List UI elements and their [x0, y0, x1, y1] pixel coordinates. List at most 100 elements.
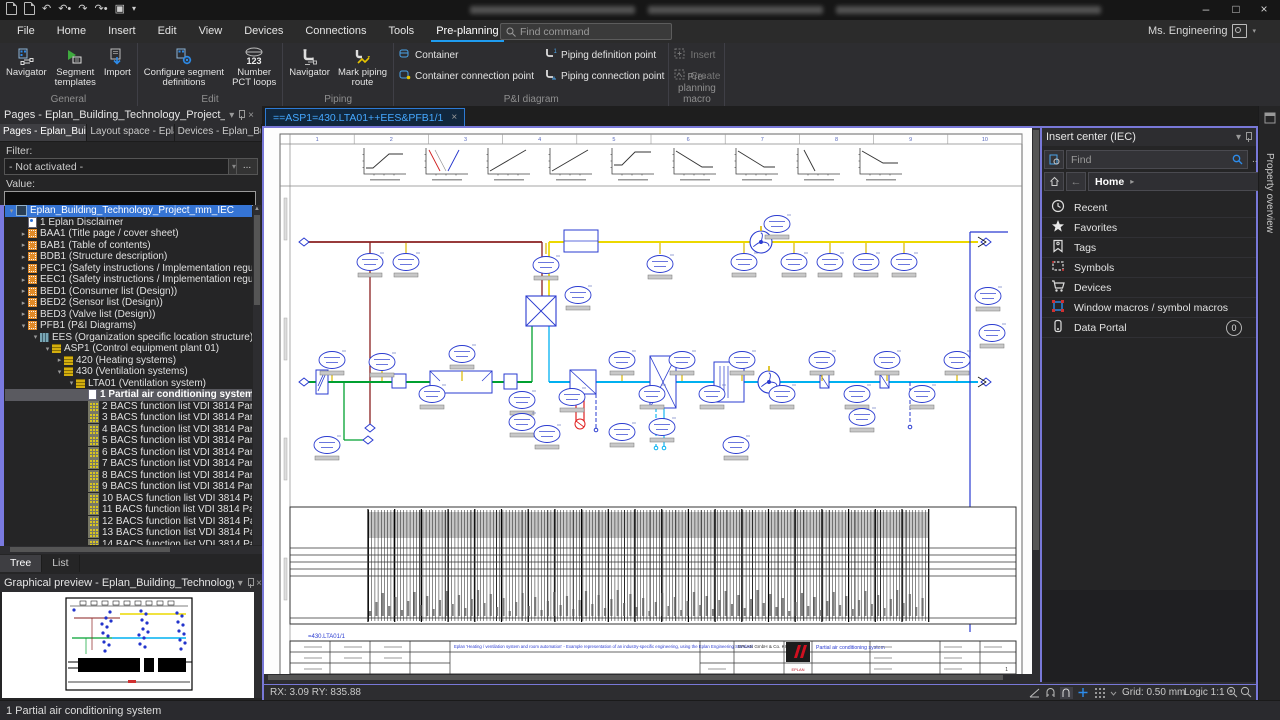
tab-close-icon[interactable]: ×	[451, 112, 457, 123]
ribbon-button-segment-templates[interactable]: Segment templates	[52, 45, 99, 91]
ribbon-button-navigator[interactable]: Navigator	[286, 45, 333, 91]
expander-open-icon[interactable]: ▾	[43, 345, 52, 353]
expander-open-icon[interactable]: ▾	[67, 379, 76, 387]
tree-item[interactable]: ▸420 (Heating systems)	[5, 355, 252, 367]
ribbon-button-insert[interactable]: Insert	[673, 47, 720, 63]
tree-item[interactable]: 4 BACS function list VDI 3814 Part 4.3	[5, 424, 252, 436]
ribbon-button-piping-definition-point[interactable]: 1Piping definition point	[544, 47, 664, 63]
menu-tab-edit[interactable]: Edit	[147, 20, 188, 43]
tree-scroll-thumb[interactable]	[254, 215, 260, 305]
tree-item[interactable]: ▸BED3 (Valve list (Design))	[5, 309, 252, 321]
tree-item[interactable]: 7 BACS function list VDI 3814 Part 4.3	[5, 458, 252, 470]
tree-hscroll-thumb[interactable]	[10, 547, 170, 552]
undo-icon[interactable]: ↶	[42, 2, 51, 15]
ribbon-button-configure-segment-definitions[interactable]: Configure segment definitions	[141, 45, 227, 91]
tree-item[interactable]: 3 BACS function list VDI 3814 Part 4.3	[5, 412, 252, 424]
expander-open-icon[interactable]: ▾	[19, 322, 28, 330]
expander-open-icon[interactable]: ▾	[31, 333, 40, 341]
filter-more-button[interactable]: ...	[236, 158, 258, 175]
tree-item[interactable]: ▾430 (Ventilation systems)	[5, 366, 252, 378]
zoom-out-icon[interactable]	[1241, 687, 1251, 697]
redo-icon[interactable]: ↷	[78, 2, 87, 15]
ribbon-button-import[interactable]: Import	[101, 45, 134, 91]
find-command-box[interactable]: Find command	[500, 23, 672, 40]
insert-center-item-devices[interactable]: Devices	[1042, 278, 1256, 298]
home-icon[interactable]	[1044, 172, 1064, 191]
ribbon-button-container-connection-point[interactable]: Container connection point	[398, 68, 534, 84]
canvas-vertical-scrollbar[interactable]	[1032, 128, 1040, 674]
insert-frame-icon[interactable]: ▣	[115, 2, 125, 15]
tree-item[interactable]: ▸EEC1 (Safety instructions / Implementat…	[5, 274, 252, 286]
tree-item[interactable]: 9 BACS function list VDI 3814 Part 4.3	[5, 481, 252, 493]
new-page-icon[interactable]	[6, 2, 17, 15]
panel-dropdown-icon[interactable]: ▾	[1232, 132, 1245, 143]
close-button[interactable]: ×	[1250, 0, 1278, 20]
catalog-icon[interactable]	[1044, 150, 1064, 169]
tree-item[interactable]: 13 BACS function list VDI 3814 Part 4.3	[5, 527, 252, 539]
expander-closed-icon[interactable]: ▸	[19, 310, 28, 318]
expander-closed-icon[interactable]: ▸	[19, 264, 28, 272]
slope-icon[interactable]	[1030, 689, 1039, 697]
insert-center-item-data-portal[interactable]: Data Portal	[1042, 318, 1256, 338]
pages-panel-tab-1[interactable]: Layout space - Eplan...	[87, 124, 174, 141]
ribbon-button-number-pct-loops[interactable]: 123Number PCT loops	[229, 45, 279, 91]
grid-icon[interactable]	[1095, 688, 1105, 698]
open-page-icon[interactable]	[24, 2, 35, 15]
tree-list-tab-list[interactable]: List	[42, 555, 79, 572]
undo-history-icon[interactable]: ↶•	[58, 2, 71, 15]
object-snap-icon[interactable]	[1060, 687, 1073, 699]
insert-find-input[interactable]: Find	[1066, 150, 1248, 169]
insert-center-item-recent[interactable]: Recent	[1042, 198, 1256, 218]
scroll-up-icon[interactable]: ▲	[253, 205, 261, 213]
maximize-button[interactable]: □	[1222, 0, 1250, 20]
tree-item[interactable]: 11 BACS function list VDI 3814 Part 4.3	[5, 504, 252, 516]
snap-icon[interactable]	[1047, 689, 1054, 698]
tree-item[interactable]: ▸BAA1 (Title page / cover sheet)	[5, 228, 252, 240]
canvas-vscroll-thumb[interactable]	[1033, 130, 1039, 550]
crosshair-icon[interactable]	[1079, 688, 1088, 697]
tree-item[interactable]: 8 BACS function list VDI 3814 Part 4.3	[5, 470, 252, 482]
menu-tab-connections[interactable]: Connections	[294, 20, 377, 43]
tree-item[interactable]: ▸BAB1 (Table of contents)	[5, 240, 252, 252]
tree-list-tab-tree[interactable]: Tree	[0, 555, 42, 572]
tree-item[interactable]: 5 BACS function list VDI 3814 Part 4.3	[5, 435, 252, 447]
expander-closed-icon[interactable]: ▸	[19, 276, 28, 284]
tree-vertical-scrollbar[interactable]: ▲	[253, 205, 261, 545]
breadcrumb[interactable]: Home ▸	[1088, 172, 1268, 191]
menu-tab-insert[interactable]: Insert	[97, 20, 147, 43]
menu-tab-tools[interactable]: Tools	[378, 20, 426, 43]
zoom-in-icon[interactable]	[1227, 687, 1237, 697]
panel-pin-icon[interactable]	[1245, 132, 1252, 142]
expander-closed-icon[interactable]: ▸	[19, 230, 28, 238]
user-area[interactable]: Ms. Engineering ▾	[1148, 22, 1256, 40]
tree-item[interactable]: 1 Eplan Disclaimer	[5, 217, 252, 229]
tree-item[interactable]: 14 BACS function list VDI 3814 Part 4.3	[5, 539, 252, 546]
expander-open-icon[interactable]: ▾	[7, 207, 16, 215]
expander-closed-icon[interactable]: ▸	[19, 299, 28, 307]
dock-icon[interactable]	[1264, 112, 1276, 124]
value-input[interactable]	[4, 191, 256, 206]
tree-item[interactable]: ▸BDB1 (Structure description)	[5, 251, 252, 263]
panel-dropdown-icon[interactable]: ▾	[225, 110, 238, 121]
tree-item[interactable]: ▾ASP1 (Control equipment plant 01)	[5, 343, 252, 355]
tree-item[interactable]: 6 BACS function list VDI 3814 Part 4.3	[5, 447, 252, 459]
insert-center-item-favorites[interactable]: Favorites	[1042, 218, 1256, 238]
insert-center-item-window-macros-symbol-macros[interactable]: Window macros / symbol macros	[1042, 298, 1256, 318]
menu-tab-devices[interactable]: Devices	[233, 20, 294, 43]
tree-item[interactable]: ▾EES (Organization specific location str…	[5, 332, 252, 344]
ribbon-button-mark-piping-route[interactable]: Mark piping route	[335, 45, 390, 91]
back-icon[interactable]: ←	[1066, 172, 1086, 191]
tree-item[interactable]: 12 BACS function list VDI 3814 Part 4.3	[5, 516, 252, 528]
insert-center-item-symbols[interactable]: Symbols	[1042, 258, 1256, 278]
tree-item[interactable]: ▸BED1 (Consumer list (Design))	[5, 286, 252, 298]
expander-closed-icon[interactable]: ▸	[19, 241, 28, 249]
tree-item[interactable]: 2 BACS function list VDI 3814 Part 4.3	[5, 401, 252, 413]
minimize-button[interactable]: –	[1192, 0, 1220, 20]
menu-tab-pre-planning[interactable]: Pre-planning	[425, 20, 509, 43]
qat-dropdown-icon[interactable]: ▾	[132, 4, 136, 13]
ribbon-button-piping-connection-point[interactable]: Piping connection point	[544, 68, 664, 84]
panel-close-icon[interactable]: ×	[244, 110, 258, 121]
canvas-horizontal-scrollbar[interactable]	[264, 674, 1032, 682]
menu-tab-file[interactable]: File	[6, 20, 46, 43]
tree-item[interactable]: 1 Partial air conditioning system	[5, 389, 252, 401]
